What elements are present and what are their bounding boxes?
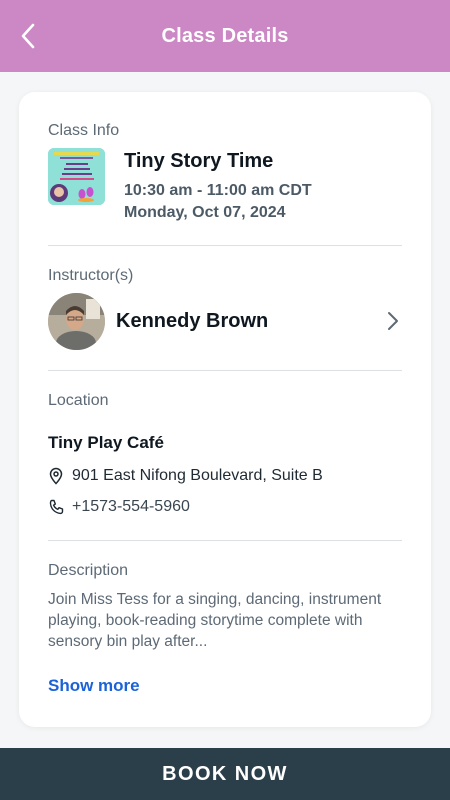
class-thumbnail[interactable] <box>48 148 105 205</box>
class-details-card: Class Info Tiny Story Time 10:30 am - 11… <box>19 92 431 727</box>
divider <box>48 245 402 246</box>
class-info-label: Class Info <box>48 122 120 139</box>
header-bar: Class Details <box>0 0 450 72</box>
class-name: Tiny Story Time <box>124 150 274 172</box>
phone-icon <box>49 499 64 515</box>
avatar <box>48 292 105 350</box>
instructors-label: Instructor(s) <box>48 267 134 284</box>
page-title: Class Details <box>161 24 289 47</box>
description-text: Join Miss Tess for a singing, dancing, i… <box>48 591 382 650</box>
phone-number: +1573-554-5960 <box>72 498 190 515</box>
class-thumbnail-image <box>48 148 105 205</box>
instructor-row[interactable]: Kennedy Brown <box>48 292 402 350</box>
address-row[interactable]: 901 East Nifong Boulevard, Suite B <box>48 467 323 485</box>
class-time: 10:30 am - 11:00 am CDT <box>124 182 312 199</box>
location-name: Tiny Play Café <box>48 433 164 452</box>
class-date: Monday, Oct 07, 2024 <box>124 204 286 221</box>
map-pin-icon <box>49 467 63 485</box>
divider <box>48 540 402 541</box>
divider <box>48 370 402 371</box>
location-label: Location <box>48 392 109 409</box>
chevron-left-icon <box>21 23 35 49</box>
show-more-link[interactable]: Show more <box>48 676 140 696</box>
instructor-name: Kennedy Brown <box>116 309 269 332</box>
chevron-right-icon <box>388 312 398 330</box>
book-now-button[interactable]: BOOK NOW <box>0 748 450 800</box>
phone-row[interactable]: +1573-554-5960 <box>48 498 190 516</box>
description-label: Description <box>48 562 129 579</box>
back-button[interactable] <box>14 22 42 50</box>
address-text: 901 East Nifong Boulevard, Suite B <box>72 467 323 484</box>
